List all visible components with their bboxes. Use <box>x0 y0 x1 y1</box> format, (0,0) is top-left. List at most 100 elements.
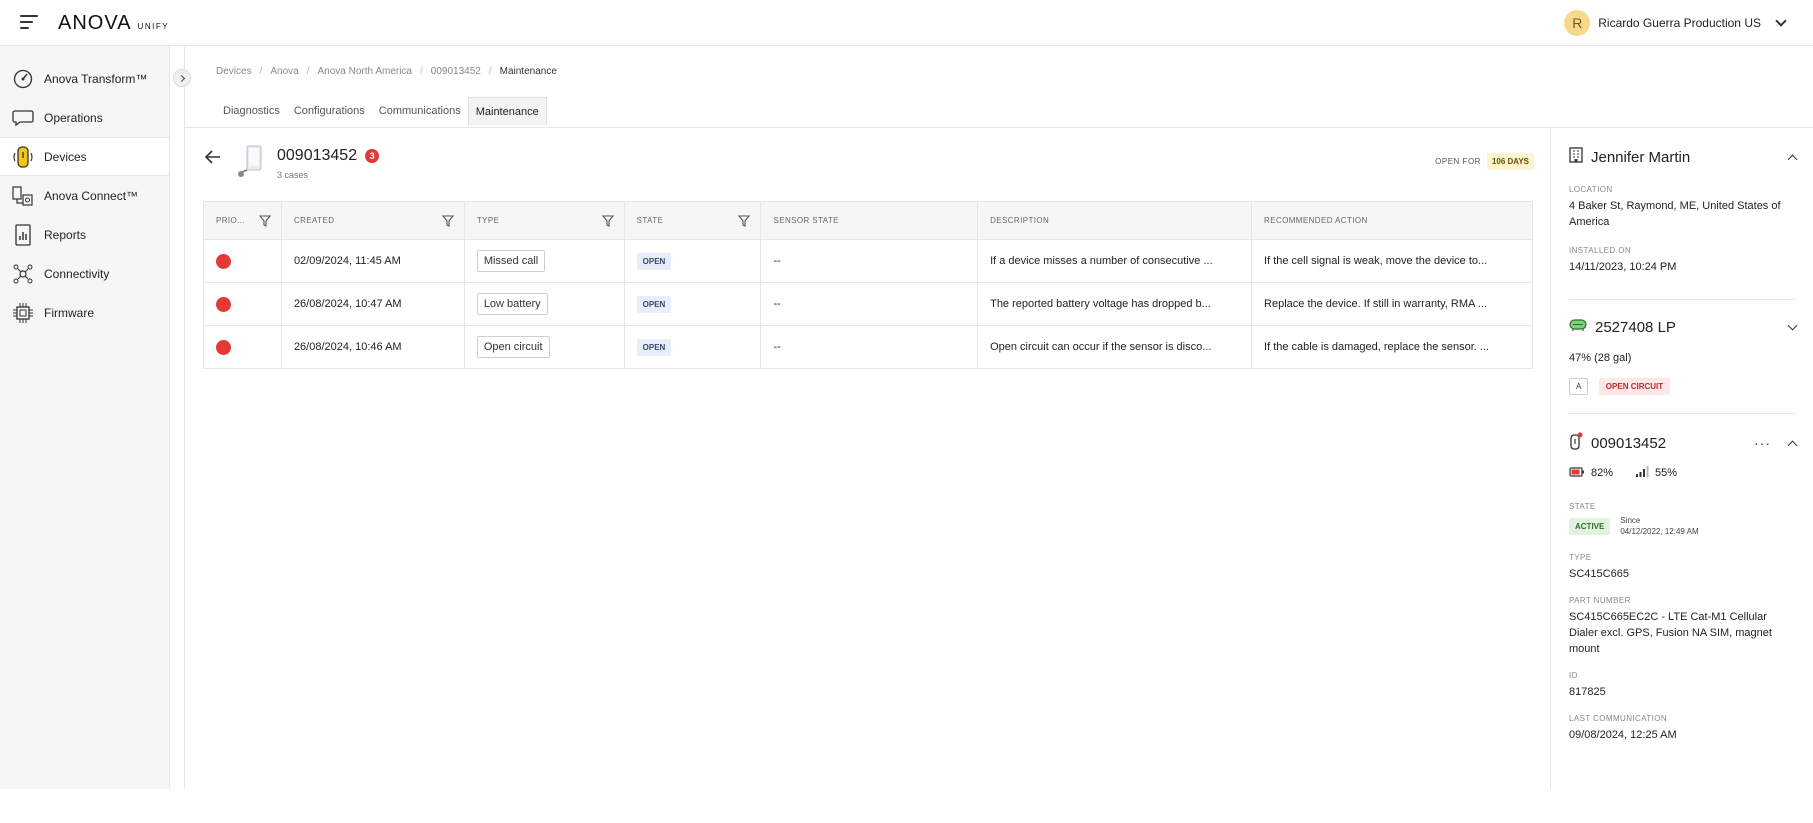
device-section-header[interactable]: 009013452 ··· <box>1569 432 1798 454</box>
signal-level: 55% <box>1655 467 1678 479</box>
description-cell: Open circuit can occur if the sensor is … <box>977 325 1253 369</box>
filter-icon[interactable] <box>738 215 751 227</box>
tab-maintenance[interactable]: Maintenance <box>467 97 547 125</box>
sidebar-item-anova-connect[interactable]: Anova Connect™ <box>0 176 169 215</box>
table-header-row: PRIO... CREATED TYPE STATE SENSOR STATE … <box>203 201 1533 240</box>
tank-status-badge: OPEN CIRCUIT <box>1598 378 1671 395</box>
customer-section-header[interactable]: Jennifer Martin <box>1569 147 1798 167</box>
sidebar-item-label: Connectivity <box>44 266 110 281</box>
table-row[interactable]: 26/08/2024, 10:46 AM Open circuit OPEN -… <box>203 325 1533 369</box>
state-badge: OPEN <box>636 295 672 313</box>
filter-icon[interactable] <box>258 215 271 227</box>
tank-level: 47% (28 gal) <box>1569 352 1632 364</box>
since-value: 04/12/2022, 12:49 AM <box>1620 527 1699 536</box>
device-icon <box>12 145 34 168</box>
gauge-icon <box>12 68 34 90</box>
tank-sensor-chip: A <box>1569 378 1589 395</box>
sidebar-item-label: Devices <box>44 149 87 164</box>
location-value: 4 Baker St, Raymond, ME, United States o… <box>1569 200 1781 228</box>
tank-status-row: A OPEN CIRCUIT <box>1569 376 1796 395</box>
column-header-created[interactable]: CREATED <box>280 201 465 240</box>
chevron-up-icon[interactable] <box>1787 154 1798 164</box>
state-since: Since 04/12/2022, 12:49 AM <box>1620 515 1698 537</box>
breadcrumb: Devices / Anova / Anova North America / … <box>216 66 557 77</box>
device-panel-id: 009013452 <box>1591 434 1667 452</box>
chip-icon <box>12 302 34 324</box>
sidebar-item-reports[interactable]: Reports <box>0 215 169 254</box>
sidebar-item-label: Firmware <box>44 305 94 320</box>
type-chip: Low battery <box>476 293 548 315</box>
type-label: TYPE <box>1569 553 1592 562</box>
priority-high-icon <box>216 253 231 269</box>
breadcrumb-anova[interactable]: Anova <box>270 66 298 77</box>
case-count-badge: 3 <box>365 149 380 163</box>
tab-configurations[interactable]: Configurations <box>287 97 372 125</box>
state-cell: OPEN <box>623 325 762 369</box>
tank-section-header[interactable]: 2527408 LP <box>1569 318 1798 336</box>
state-label: STATE <box>1569 502 1596 511</box>
more-options-icon[interactable]: ··· <box>1754 435 1771 451</box>
building-icon <box>1569 147 1583 167</box>
sidebar-item-label: Anova Connect™ <box>44 188 139 203</box>
column-header-type[interactable]: TYPE <box>463 201 625 240</box>
tab-communications[interactable]: Communications <box>372 97 468 125</box>
installed-value: 14/11/2023, 10:24 PM <box>1569 261 1677 273</box>
table-row[interactable]: 26/08/2024, 10:47 AM Low battery OPEN --… <box>203 282 1533 326</box>
open-for: OPEN FOR 106 DAYS <box>1435 153 1534 170</box>
device-title: 009013452 3 <box>277 147 380 165</box>
signal-icon <box>1635 466 1649 480</box>
device-image <box>235 144 265 178</box>
tab-bar: Diagnostics Configurations Communication… <box>216 97 547 125</box>
cases-count-text: 3 cases <box>277 170 309 180</box>
sidebar-item-anova-transform[interactable]: Anova Transform™ <box>0 59 169 98</box>
breadcrumb-device[interactable]: 009013452 <box>431 66 481 77</box>
type-chip: Open circuit <box>476 336 550 358</box>
chevron-right-icon <box>177 74 185 82</box>
column-header-description: DESCRIPTION <box>977 201 1253 240</box>
sidebar-item-firmware[interactable]: Firmware <box>0 293 169 332</box>
customer-name: Jennifer Martin <box>1591 148 1691 166</box>
filter-icon[interactable] <box>441 215 454 227</box>
sidebar-item-label: Reports <box>44 227 87 242</box>
id-value: 817825 <box>1569 686 1606 698</box>
table-row[interactable]: 02/09/2024, 11:45 AM Missed call OPEN --… <box>203 239 1533 283</box>
part-number-value: SC415C665EC2C - LTE Cat-M1 Cellular Dial… <box>1569 611 1772 655</box>
chevron-down-icon[interactable] <box>1787 320 1798 330</box>
state-row: ACTIVE Since 04/12/2022, 12:49 AM <box>1569 515 1796 537</box>
sidebar-item-connectivity[interactable]: Connectivity <box>0 254 169 293</box>
sensor-state-cell: -- <box>760 282 979 326</box>
logo-text: ANOVA <box>58 12 132 34</box>
breadcrumb-devices[interactable]: Devices <box>216 66 252 77</box>
filter-icon[interactable] <box>601 215 614 227</box>
user-name: Ricardo Guerra Production US <box>1598 16 1761 30</box>
user-menu[interactable]: R Ricardo Guerra Production US <box>1564 10 1791 36</box>
tab-diagnostics[interactable]: Diagnostics <box>216 97 287 125</box>
battery-level: 82% <box>1591 467 1614 479</box>
priority-cell <box>203 282 282 326</box>
main-area: Devices / Anova / Anova North America / … <box>184 46 1813 789</box>
location-label: LOCATION <box>1569 185 1613 194</box>
device-id: 009013452 <box>277 147 358 164</box>
sidebar-item-operations[interactable]: Operations <box>0 98 169 137</box>
since-label: Since <box>1620 516 1641 525</box>
created-cell: 02/09/2024, 11:45 AM <box>280 239 465 283</box>
column-header-recommended-action: RECOMMENDED ACTION <box>1251 201 1533 240</box>
chevron-up-icon[interactable] <box>1787 440 1798 450</box>
maintenance-content: 009013452 3 3 cases OPEN FOR 106 DAYS PR… <box>185 128 1798 789</box>
sidebar-item-label: Operations <box>44 110 103 125</box>
breadcrumb-north-america[interactable]: Anova North America <box>318 66 413 77</box>
avatar: R <box>1564 10 1591 36</box>
column-header-sensor-state: SENSOR STATE <box>760 201 979 240</box>
logo-subtext: UNIFY <box>137 22 170 31</box>
sidebar-item-label: Anova Transform™ <box>44 71 148 86</box>
sidebar-collapse-button[interactable] <box>173 69 191 87</box>
back-arrow-icon[interactable] <box>204 150 221 164</box>
type-chip: Missed call <box>476 250 546 272</box>
created-cell: 26/08/2024, 10:46 AM <box>280 325 465 369</box>
sidebar-item-devices[interactable]: Devices <box>0 137 169 176</box>
column-header-state[interactable]: STATE <box>623 201 762 240</box>
menu-icon[interactable] <box>20 15 38 29</box>
type-value: SC415C665 <box>1569 568 1629 580</box>
app-logo[interactable]: ANOVA UNIFY <box>58 12 169 35</box>
column-header-priority[interactable]: PRIO... <box>203 201 282 240</box>
